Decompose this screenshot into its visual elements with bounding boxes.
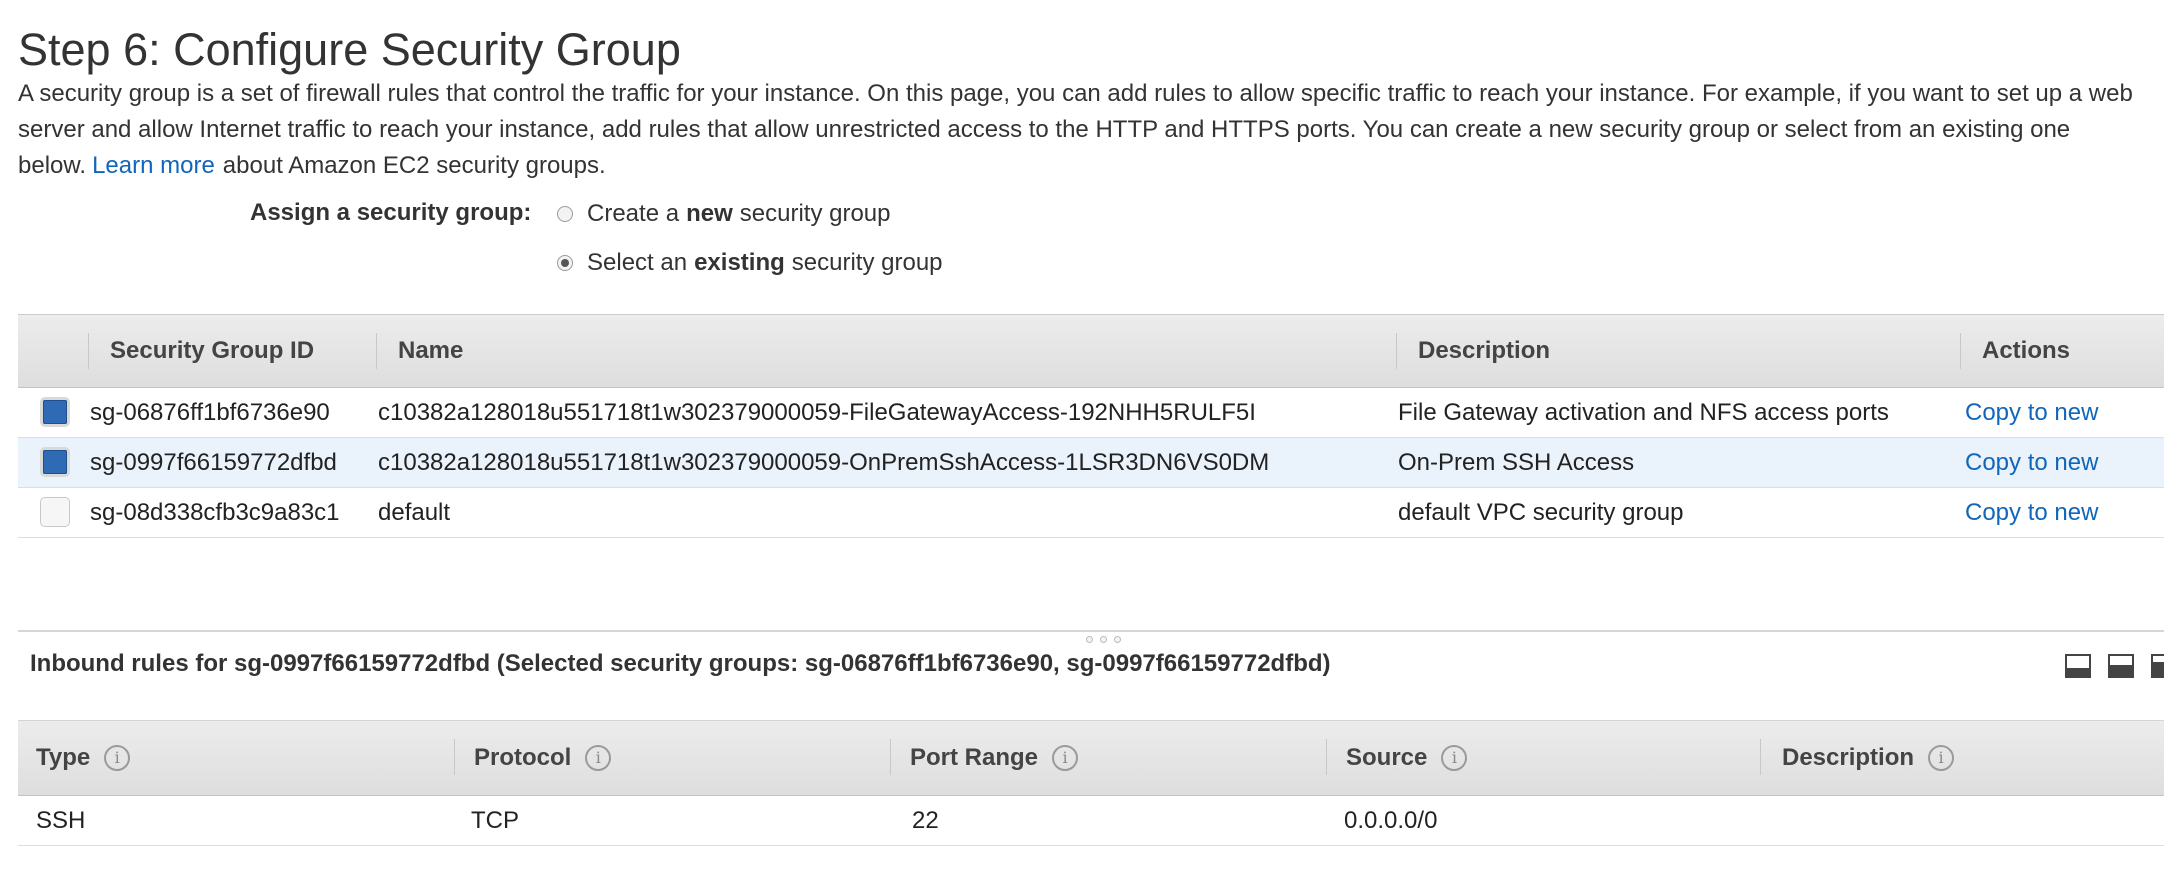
inbound-rule-row: SSH TCP 22 0.0.0.0/0 <box>18 796 2164 846</box>
column-header-protocol-label: Protocol <box>474 744 572 771</box>
security-group-description: default VPC security group <box>1398 499 1684 526</box>
panel-size-large-icon[interactable] <box>2151 654 2164 678</box>
panel-splitter[interactable] <box>18 630 2164 632</box>
security-group-row[interactable]: sg-06876ff1bf6736e90 c10382a128018u55171… <box>18 388 2164 438</box>
copy-to-new-link[interactable]: Copy to new <box>1965 438 2098 487</box>
info-icon[interactable]: i <box>1441 745 1468 771</box>
info-icon[interactable]: i <box>585 745 612 771</box>
column-separator[interactable] <box>88 333 89 369</box>
column-separator[interactable] <box>1396 333 1397 369</box>
column-separator[interactable] <box>1960 333 1961 369</box>
splitter-grip-handle[interactable] <box>1086 636 1121 643</box>
copy-to-new-link[interactable]: Copy to new <box>1965 388 2098 437</box>
security-group-id: sg-08d338cfb3c9a83c1 <box>90 499 340 526</box>
inbound-rules-table-header: Type i Protocol i Port Range i Source i Desc… <box>18 720 2164 796</box>
rule-source: 0.0.0.0/0 <box>1344 807 1438 834</box>
column-header-actions: Actions <box>1982 337 2071 364</box>
column-header-source: Source i <box>1346 721 1468 795</box>
security-group-description: File Gateway activation and NFS access p… <box>1398 399 1889 426</box>
intro-paragraph: A security group is a set of firewall ru… <box>18 76 2164 184</box>
security-group-name: default <box>378 499 451 526</box>
info-icon[interactable]: i <box>104 745 131 771</box>
inbound-rules-table: Type i Protocol i Port Range i Source i Desc… <box>18 720 2164 846</box>
create-new-radio[interactable] <box>557 206 573 222</box>
column-header-description: Description i <box>1782 721 1955 795</box>
security-groups-table: Security Group ID Name Description Actio… <box>18 314 2164 538</box>
column-header-security-group-id[interactable]: Security Group ID <box>110 315 314 387</box>
copy-to-new-link[interactable]: Copy to new <box>1965 488 2098 537</box>
rule-type: SSH <box>36 807 86 834</box>
rule-port-range: 22 <box>912 807 939 834</box>
security-groups-table-header: Security Group ID Name Description Actio… <box>18 314 2164 388</box>
column-separator[interactable] <box>454 739 455 775</box>
column-separator[interactable] <box>890 739 891 775</box>
panel-size-small-icon[interactable] <box>2065 654 2091 678</box>
column-header-type: Type i <box>36 721 131 795</box>
column-separator[interactable] <box>376 333 377 369</box>
rule-protocol: TCP <box>471 807 519 834</box>
inbound-rules-title: Inbound rules for sg-0997f66159772dfbd (… <box>30 650 1331 677</box>
row-checkbox[interactable] <box>40 397 70 427</box>
assign-security-group-label: Assign a security group: <box>250 199 532 226</box>
learn-more-link[interactable]: Learn more <box>92 152 215 179</box>
column-header-source-label: Source <box>1346 744 1428 771</box>
column-separator[interactable] <box>1760 739 1761 775</box>
option-text-pre: Select an <box>587 249 688 276</box>
info-icon[interactable]: i <box>1052 745 1079 771</box>
info-icon[interactable]: i <box>1928 745 1955 771</box>
option-text-pre: Create a <box>587 200 680 227</box>
column-header-name[interactable]: Name <box>398 315 463 387</box>
column-header-port-range: Port Range i <box>910 721 1079 795</box>
security-group-name: c10382a128018u551718t1w302379000059-OnPr… <box>378 449 1270 476</box>
panel-size-medium-icon[interactable] <box>2108 654 2134 678</box>
select-existing-radio[interactable] <box>557 255 573 271</box>
security-group-id: sg-0997f66159772dfbd <box>90 449 337 476</box>
column-header-description[interactable]: Description <box>1418 315 1550 387</box>
select-existing-security-group-option[interactable]: Select an existing security group <box>557 248 943 278</box>
column-header-description-label: Description <box>1782 744 1915 771</box>
security-group-id: sg-06876ff1bf6736e90 <box>90 399 330 426</box>
option-text-bold: existing <box>694 249 785 276</box>
security-group-row[interactable]: sg-0997f66159772dfbd c10382a128018u55171… <box>18 438 2164 488</box>
option-text-post: security group <box>791 249 943 276</box>
column-separator[interactable] <box>1326 739 1327 775</box>
row-checkbox[interactable] <box>40 497 70 527</box>
security-group-name: c10382a128018u551718t1w302379000059-File… <box>378 399 1256 426</box>
create-new-security-group-option[interactable]: Create a new security group <box>557 199 891 229</box>
column-header-type-label: Type <box>36 744 91 771</box>
page-title: Step 6: Configure Security Group <box>18 24 681 75</box>
intro-suffix: about Amazon EC2 security groups. <box>222 152 606 179</box>
option-text-post: security group <box>739 200 891 227</box>
column-header-port-range-label: Port Range <box>910 744 1039 771</box>
column-header-protocol: Protocol i <box>474 721 612 795</box>
security-group-description: On-Prem SSH Access <box>1398 449 1635 476</box>
row-checkbox[interactable] <box>40 447 70 477</box>
security-group-row[interactable]: sg-08d338cfb3c9a83c1 default default VPC… <box>18 488 2164 538</box>
option-text-bold: new <box>686 200 733 227</box>
